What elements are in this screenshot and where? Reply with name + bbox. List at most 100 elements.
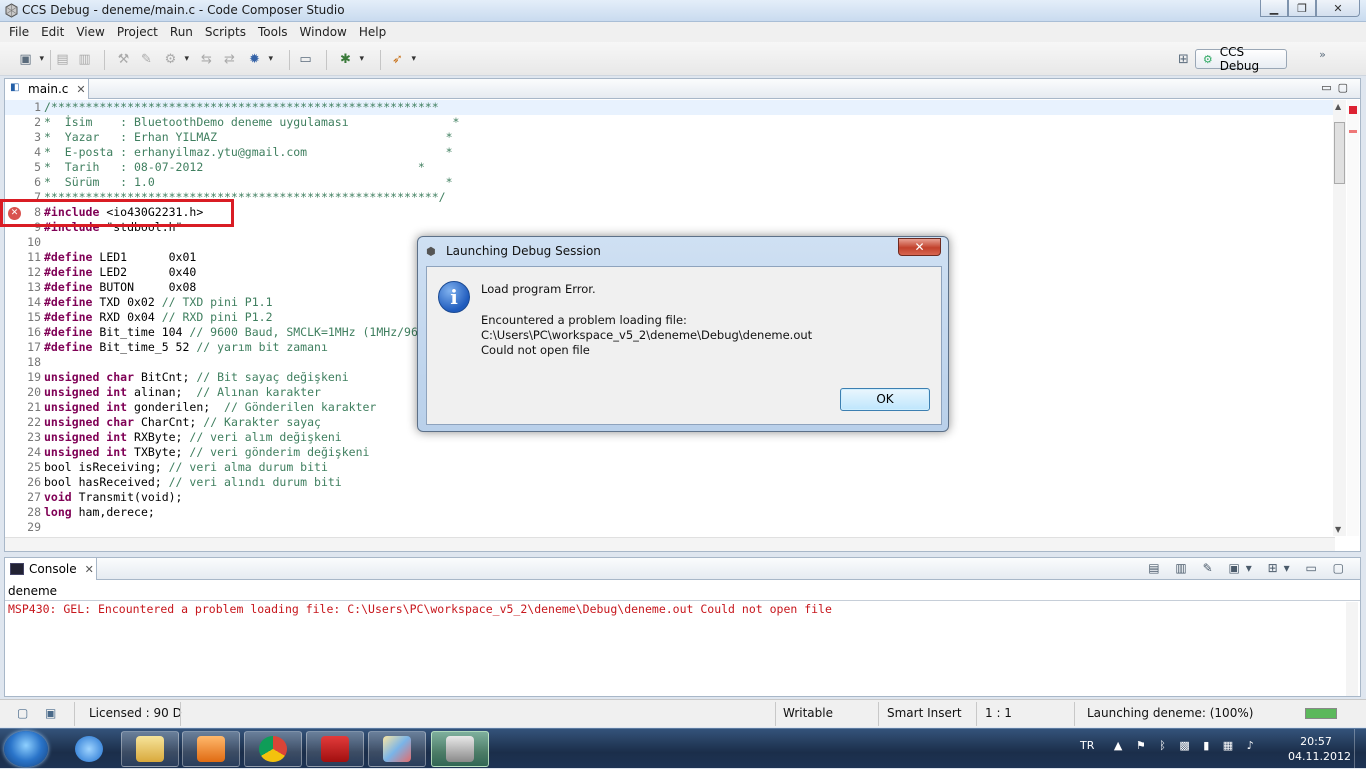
tray-app-icon[interactable]: ▩ [1179, 739, 1189, 752]
taskbar-internet-explorer[interactable] [60, 731, 118, 767]
editor-tab-main-c[interactable]: ◧ main.c ✕ [5, 79, 89, 99]
network-icon[interactable]: ▦ [1223, 739, 1233, 752]
taskbar-paint[interactable] [368, 731, 426, 767]
maximize-icon[interactable]: ❐ [1288, 0, 1316, 17]
code-text: #define Bit_time 104 // 9600 Baud, SMCLK… [44, 325, 418, 339]
code-text: * Yazar : Erhan YILMAZ * [44, 130, 453, 144]
menu-edit[interactable]: Edit [35, 25, 70, 39]
volume-icon[interactable]: ♪ [1247, 739, 1254, 752]
code-line[interactable]: 23 unsigned int RXByte; // veri alım deği… [5, 430, 1335, 445]
dialog-message-line-2: C:\Users\PC\workspace_v5_2\deneme\Debug\… [481, 328, 813, 342]
step-icon[interactable]: ⇆ [198, 51, 215, 68]
save-icon[interactable]: ▤ [54, 51, 71, 68]
taskbar-clock[interactable]: 20:57 04.11.2012 [1288, 734, 1351, 764]
toolbar-separator [380, 50, 381, 70]
code-text: #define LED1 0x01 [44, 250, 197, 264]
taskbar-media-player[interactable] [182, 731, 240, 767]
code-text: unsigned int RXByte; // veri alım değişk… [44, 430, 342, 444]
system-tray: TR ▲ ⚑ ᛒ ▩ ▮ ▦ ♪ [1080, 739, 1254, 752]
editor-tab-label: main.c [28, 82, 69, 96]
menu-file[interactable]: File [3, 25, 35, 39]
tray-expand-icon[interactable]: ▲ [1114, 739, 1122, 752]
error-marker-icon[interactable] [1349, 106, 1357, 114]
external-tools-icon[interactable]: ➶ [389, 51, 416, 68]
minimize-icon[interactable]: ▁ [1260, 0, 1288, 17]
menu-project[interactable]: Project [111, 25, 164, 39]
close-icon[interactable]: ✕ [1316, 0, 1360, 17]
window-titlebar: CCS Debug - deneme/main.c - Code Compose… [0, 0, 1366, 22]
dialog-close-icon[interactable]: ✕ [898, 238, 941, 256]
new-icon[interactable]: ▣ [17, 51, 44, 68]
console-tab[interactable]: Console ✕ [5, 558, 97, 580]
perspective-ccs-debug[interactable]: ⚙ CCS Debug [1195, 45, 1287, 73]
menu-tools[interactable]: Tools [252, 25, 294, 39]
code-line[interactable]: 5 * Tarih : 08-07-2012 * [5, 160, 1335, 175]
code-text: long ham,derece; [44, 505, 155, 519]
language-indicator[interactable]: TR [1080, 739, 1094, 752]
menu-help[interactable]: Help [353, 25, 392, 39]
clock-date: 04.11.2012 [1288, 750, 1351, 763]
scrollbar-thumb[interactable] [1334, 122, 1345, 184]
code-line[interactable]: 29 [5, 520, 1335, 535]
open-perspective-icon[interactable]: ⊞ [1175, 51, 1192, 68]
status-insert-mode: Smart Insert [887, 706, 962, 720]
close-console-icon[interactable]: ✕ [85, 563, 94, 576]
code-line[interactable]: 1/**************************************… [5, 100, 1335, 115]
ok-button[interactable]: OK [840, 388, 930, 411]
annotation-marker[interactable] [1349, 130, 1357, 133]
debug-icon[interactable]: ✹ [246, 51, 273, 68]
code-line[interactable]: 4 * E-posta : erhanyilmaz.ytu@gmail.com * [5, 145, 1335, 160]
console-toolbar[interactable]: ▤ ▥ ✎ ▣▾ ⊞▾ ▭ ▢ [1148, 561, 1350, 575]
toolbar-separator [289, 50, 290, 70]
status-writable: Writable [783, 706, 833, 720]
bug-debug-icon[interactable]: ✱ [337, 51, 364, 68]
bluetooth-icon[interactable]: ᛒ [1159, 739, 1166, 752]
save-all-icon[interactable]: ▥ [76, 51, 93, 68]
debug-config-icon[interactable]: ⚙ [162, 51, 189, 68]
line-number: 22 [27, 415, 41, 429]
code-line[interactable]: 6 * Sürüm : 1.0 * [5, 175, 1335, 190]
status-launching: Launching deneme: (100%) [1087, 706, 1254, 720]
line-number: 5 [34, 160, 41, 174]
overview-ruler[interactable] [1347, 100, 1359, 536]
status-licensed: Licensed : 90 D [89, 706, 182, 720]
battery-icon[interactable]: ▮ [1203, 739, 1209, 752]
code-line[interactable]: 24 unsigned int TXByte; // veri gönderim … [5, 445, 1335, 460]
menu-scripts[interactable]: Scripts [199, 25, 252, 39]
code-line[interactable]: 2 * İsim : BluetoothDemo deneme uygulamas… [5, 115, 1335, 130]
editor-minimize-maximize[interactable]: ▭▢ [1321, 81, 1354, 94]
code-line[interactable]: 25 bool isReceiving; // veri alma durum b… [5, 460, 1335, 475]
menu-window[interactable]: Window [294, 25, 353, 39]
code-line[interactable]: 27 void Transmit(void); [5, 490, 1335, 505]
scroll-up-icon[interactable]: ▲ [1335, 102, 1341, 111]
taskbar-explorer[interactable] [121, 731, 179, 767]
launch-progress-bar[interactable] [1305, 708, 1337, 719]
code-line[interactable]: 3 * Yazar : Erhan YILMAZ * [5, 130, 1335, 145]
reset-icon[interactable]: ⇄ [221, 51, 238, 68]
code-text: bool hasReceived; // veri alındı durum b… [44, 475, 342, 489]
close-tab-icon[interactable]: ✕ [76, 83, 85, 96]
scroll-down-icon[interactable]: ▼ [1335, 525, 1341, 534]
action-center-flag-icon[interactable]: ⚑ [1136, 739, 1146, 752]
pdf-icon [321, 736, 349, 762]
line-number: 26 [27, 475, 41, 489]
line-number: 6 [34, 175, 41, 189]
menu-run[interactable]: Run [164, 25, 199, 39]
editor-horizontal-scrollbar[interactable] [5, 537, 1335, 551]
build-icon[interactable]: ⚒ [115, 51, 132, 68]
taskbar-chrome[interactable] [244, 731, 302, 767]
show-desktop-button[interactable] [1354, 729, 1366, 769]
menu-view[interactable]: View [70, 25, 110, 39]
overflow-chevron-icon[interactable]: » [1314, 46, 1331, 63]
taskbar-acrobat[interactable] [306, 731, 364, 767]
taskbar-code-composer-studio[interactable] [431, 731, 489, 767]
editor-vertical-scrollbar[interactable]: ▲ ▼ [1333, 100, 1346, 536]
build-tool-icon[interactable]: ✎ [138, 51, 155, 68]
fast-view-icon[interactable]: ▢ [17, 706, 28, 720]
start-button[interactable] [4, 731, 48, 767]
code-line[interactable]: 26 bool hasReceived; // veri alındı durum… [5, 475, 1335, 490]
code-line[interactable]: 28 long ham,derece; [5, 505, 1335, 520]
open-console-icon[interactable]: ▭ [297, 51, 314, 68]
console-scrollbar[interactable] [1346, 602, 1358, 696]
line-number: 25 [27, 460, 41, 474]
